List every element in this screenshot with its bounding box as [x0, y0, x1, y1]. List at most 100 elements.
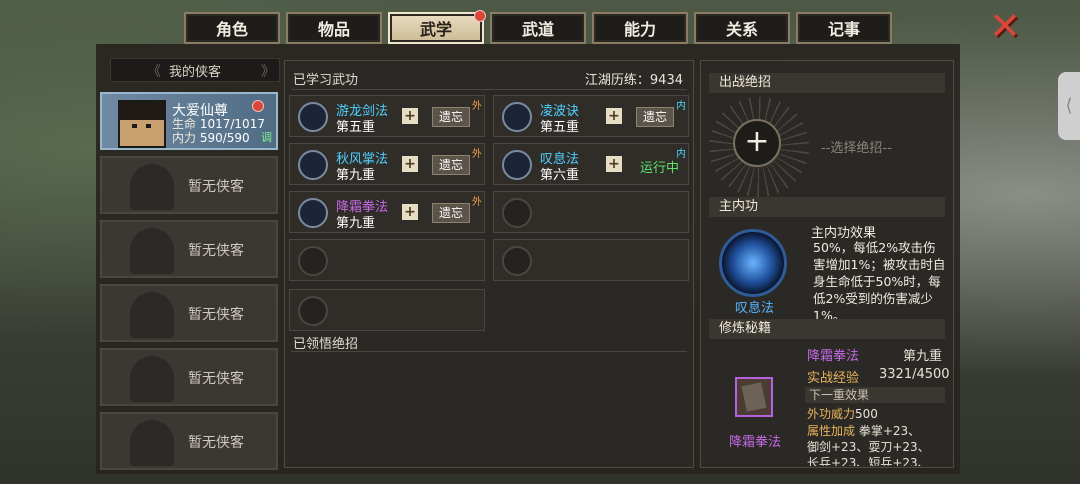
side-drawer-handle[interactable]: ⟨ [1058, 72, 1080, 140]
tab-label: 记事 [827, 20, 860, 39]
section-title: 已学习武功 [293, 73, 359, 88]
section-title: 出战绝招 [709, 73, 945, 93]
skill-slot[interactable]: 秋风掌法 第九重 + 遗忘 外 [289, 143, 485, 185]
mp-value: 590/590 [199, 131, 250, 145]
empty-slot-icon [502, 198, 532, 228]
palm-skill-icon [298, 150, 328, 180]
empty-skill-slot[interactable] [493, 239, 689, 281]
empty-slot-icon [502, 246, 532, 276]
attr-label: 属性加成 [807, 424, 856, 438]
skill-type-tag: 外 [472, 149, 482, 160]
hero-mp: 内力 590/590 [172, 129, 250, 146]
tab-label: 角色 [215, 20, 248, 39]
hero-card-selected[interactable]: 大爱仙尊 生命 1017/1017 内力 590/590 调 [100, 92, 278, 150]
manual-name: 降霜拳法 [807, 349, 860, 364]
attr-line: 御剑+23、耍刀+23、 [807, 440, 930, 454]
upgrade-plus-button[interactable]: + [402, 156, 418, 172]
power-row: 外功威力500 [807, 405, 878, 422]
empty-label: 暂无侠客 [188, 243, 244, 259]
effect-text: 50%，每低2%攻击伤害增加1%；被攻击时自身生命低于50%时，每低2%受到的伤… [813, 240, 946, 319]
section-title: 修炼秘籍 [709, 319, 945, 339]
tab-martial-arts[interactable]: 武学 [388, 10, 486, 44]
empty-label: 暂无侠客 [188, 435, 244, 451]
tab-relations[interactable]: 关系 [694, 12, 790, 44]
section-title: 主内功 [709, 197, 945, 217]
divider [291, 89, 687, 90]
skill-slot[interactable]: 凌波诀 第五重 + 遗忘 内 [493, 95, 689, 137]
upgrade-plus-button[interactable]: + [606, 108, 622, 124]
silhouette-icon [130, 292, 174, 338]
skill-level: 第五重 [336, 120, 376, 135]
attr-line: 拳掌+23、 [858, 424, 921, 438]
skill-level: 第九重 [336, 168, 376, 183]
close-icon[interactable]: ✕ [986, 7, 1024, 46]
forget-button[interactable]: 遗忘 [432, 155, 470, 175]
notification-dot [252, 100, 264, 112]
manual-level: 第九重 [903, 349, 943, 364]
tab-character[interactable]: 角色 [184, 12, 280, 44]
mp-label: 内力 [172, 131, 197, 145]
chevron-right-icon[interactable]: 》 [261, 61, 275, 81]
section-title: 已领悟绝招 [293, 337, 359, 352]
hero-card-empty[interactable]: 暂无侠客 [100, 348, 278, 406]
hero-card-empty[interactable]: 暂无侠客 [100, 220, 278, 278]
silhouette-icon [130, 164, 174, 210]
forget-button[interactable]: 遗忘 [636, 107, 674, 127]
wave-skill-icon [502, 102, 532, 132]
empty-skill-slot[interactable] [289, 239, 485, 281]
my-heroes-header: 《 我的侠客 》 [110, 58, 280, 82]
silhouette-icon [130, 228, 174, 274]
upgrade-plus-button[interactable]: + [402, 204, 418, 220]
hero-card-empty[interactable]: 暂无侠客 [100, 412, 278, 470]
detail-panel: 出战绝招 + --选择绝招-- 主内功 叹息法 主内功效果 50%，每低2%攻击… [700, 60, 954, 468]
empty-skill-slot[interactable] [493, 191, 689, 233]
upgrade-plus-button[interactable]: + [402, 108, 418, 124]
hero-card-empty[interactable]: 暂无侠客 [100, 156, 278, 214]
attr-line: 长兵+23、短兵+23、 [807, 456, 930, 466]
tab-label: 物品 [317, 20, 350, 39]
skill-slot[interactable]: 游龙剑法 第五重 + 遗忘 外 [289, 95, 485, 137]
hero-card-empty[interactable]: 暂无侠客 [100, 284, 278, 342]
empty-skill-slot[interactable] [289, 289, 485, 331]
tab-journal[interactable]: 记事 [796, 12, 892, 44]
tab-bar: 角色 物品 武学 武道 能力 关系 记事 [184, 10, 892, 44]
power-value: 500 [855, 407, 878, 421]
learned-skills-panel: 已学习武功 江湖历练：9434 游龙剑法 第五重 + 遗忘 外 凌波诀 第五重 … [284, 60, 694, 468]
tab-ability[interactable]: 能力 [592, 12, 688, 44]
add-ultimate-button[interactable]: + [733, 119, 781, 167]
empty-label: 暂无侠客 [188, 371, 244, 387]
forget-button[interactable]: 遗忘 [432, 107, 470, 127]
fist-skill-icon [298, 198, 328, 228]
chevron-left-icon[interactable]: 《 [147, 61, 161, 81]
notification-dot [474, 10, 486, 22]
skill-level: 第五重 [540, 120, 580, 135]
forget-button[interactable]: 遗忘 [432, 203, 470, 223]
tab-wudao[interactable]: 武道 [490, 12, 586, 44]
breath-skill-icon[interactable] [719, 229, 787, 297]
empty-label: 暂无侠客 [188, 307, 244, 323]
empty-slot-icon [298, 296, 328, 326]
avatar-hair [120, 102, 164, 120]
skill-type-tag: 内 [676, 149, 686, 160]
tab-items[interactable]: 物品 [286, 12, 382, 44]
skill-type-tag: 内 [676, 101, 686, 112]
avatar-eye [132, 124, 137, 128]
select-ultimate-placeholder[interactable]: --选择绝招-- [821, 137, 892, 156]
tab-label: 武道 [521, 20, 554, 39]
book-icon[interactable] [735, 377, 773, 417]
jianghu-exp: 江湖历练：9434 [584, 73, 683, 88]
exp-value: 3321/4500 [879, 367, 950, 382]
empty-label: 暂无侠客 [188, 179, 244, 195]
adjust-link[interactable]: 调 [261, 129, 272, 145]
upgrade-plus-button[interactable]: + [606, 156, 622, 172]
breath-skill-icon [502, 150, 532, 180]
my-heroes-title: 我的侠客 [168, 64, 221, 80]
skill-slot[interactable]: 叹息法 第六重 + 运行中 内 [493, 143, 689, 185]
skill-level: 第六重 [540, 168, 580, 183]
power-label: 外功威力 [807, 407, 856, 421]
attr-row: 属性加成 拳掌+23、 [807, 422, 920, 439]
manual-name-caption: 降霜拳法 [729, 435, 782, 450]
avatar-eye [146, 124, 151, 128]
skill-slot[interactable]: 降霜拳法 第九重 + 遗忘 外 [289, 191, 485, 233]
running-status: 运行中 [640, 161, 680, 176]
